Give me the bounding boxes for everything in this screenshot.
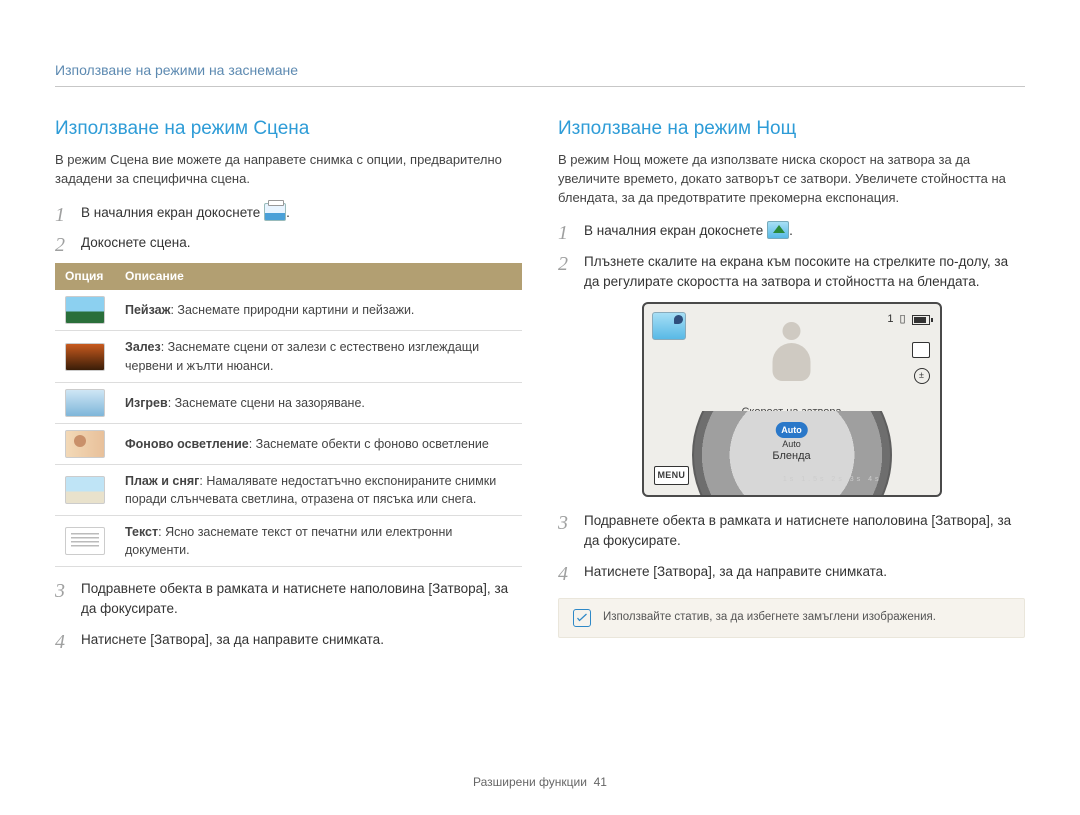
th-description: Описание [115, 263, 522, 290]
row-name: Изгрев [125, 396, 168, 410]
backlight-thumb-icon [65, 430, 105, 458]
row-name: Пейзаж [125, 303, 170, 317]
exposure-comp-icon: ± [914, 368, 930, 384]
row-desc: : Заснемате сцени от залези с естествено… [125, 340, 479, 372]
breadcrumb: Използване на режими на заснемане [55, 60, 1025, 87]
step-1-right-pre: В началния екран докоснете [584, 223, 763, 238]
table-row: Пейзаж: Заснемате природни картини и пей… [55, 290, 522, 331]
note-text: Използвайте статив, за да избегнете замъ… [603, 609, 936, 626]
step-1-left: В началния екран докоснете . [55, 203, 522, 223]
step-2-right: Плъзнете скалите на екрана към посоките … [558, 252, 1025, 293]
step-1-left-pre: В началния екран докоснете [81, 205, 260, 220]
drive-mode-icon [914, 344, 930, 358]
night-mode-icon [767, 221, 789, 239]
note-info-icon [573, 609, 591, 627]
step-1-right-post: . [789, 223, 793, 238]
battery-icon [912, 315, 930, 325]
row-name: Залез [125, 340, 161, 354]
subject-silhouette-icon [764, 322, 819, 405]
note-box: Използвайте статив, за да избегнете замъ… [558, 598, 1025, 638]
row-name: Фоново осветление [125, 437, 249, 451]
column-night-mode: Използване на режим Нощ В режим Нощ може… [558, 115, 1025, 660]
auto-chip: Auto [775, 422, 808, 438]
sunset-thumb-icon [65, 343, 105, 371]
scene-mode-icon [264, 203, 286, 221]
row-desc: : Заснемате природни картини и пейзажи. [170, 303, 414, 317]
scene-options-table: Опция Описание Пейзаж: Заснемате природн… [55, 263, 522, 567]
column-scene-mode: Използване на режим Сцена В режим Сцена … [55, 115, 522, 660]
text-thumb-icon [65, 527, 105, 555]
step-3-right: Подравнете обекта в рамката и натиснете … [558, 511, 1025, 552]
aperture-label: Бленда [772, 449, 810, 465]
beach-snow-thumb-icon [65, 476, 105, 504]
row-name: Плаж и сняг [125, 474, 199, 488]
mode-tile-icon [652, 312, 686, 340]
step-4-left: Натиснете [Затвора], за да направите сни… [55, 630, 522, 650]
framing-icon: ▯ [899, 312, 905, 328]
camera-screen-illustration: 1 ▯ ± MENU Скорост на затвора Auto Auto … [642, 302, 942, 497]
table-row: Фоново осветление: Заснемате обекти с фо… [55, 423, 522, 464]
status-bar: 1 ▯ [887, 312, 929, 328]
heading-night-mode: Използване на режим Нощ [558, 115, 1025, 143]
landscape-thumb-icon [65, 296, 105, 324]
table-row: Залез: Заснемате сцени от залези с естес… [55, 331, 522, 382]
table-row: Плаж и сняг: Намалявате недостатъчно екс… [55, 464, 522, 515]
step-4-right: Натиснете [Затвора], за да направите сни… [558, 562, 1025, 582]
step-3-left: Подравнете обекта в рамката и натиснете … [55, 579, 522, 620]
row-desc: : Заснемате сцени на зазоряване. [168, 396, 365, 410]
intro-night-mode: В режим Нощ можете да използвате ниска с… [558, 151, 1025, 208]
step-1-right: В началния екран докоснете . [558, 221, 1025, 241]
footer-section-label: Разширени функции [473, 775, 587, 789]
row-name: Текст [125, 525, 158, 539]
th-option: Опция [55, 263, 115, 290]
heading-scene-mode: Използване на режим Сцена [55, 115, 522, 143]
dial-ticks: 1s 1.5s 2s 3s 4s [702, 475, 882, 485]
intro-scene-mode: В режим Сцена вие можете да направете сн… [55, 151, 522, 189]
step-1-left-post: . [286, 205, 290, 220]
table-row: Текст: Ясно заснемате текст от печатни и… [55, 515, 522, 566]
page-footer: Разширени функции 41 [0, 774, 1080, 791]
row-desc: : Заснемате обекти с фоново осветление [249, 437, 489, 451]
row-desc: : Ясно заснемате текст от печатни или ел… [125, 525, 452, 557]
footer-page-number: 41 [594, 775, 607, 789]
step-2-left: Докоснете сцена. [55, 233, 522, 253]
table-row: Изгрев: Заснемате сцени на зазоряване. [55, 382, 522, 423]
sunrise-thumb-icon [65, 389, 105, 417]
shot-count: 1 [887, 312, 893, 328]
